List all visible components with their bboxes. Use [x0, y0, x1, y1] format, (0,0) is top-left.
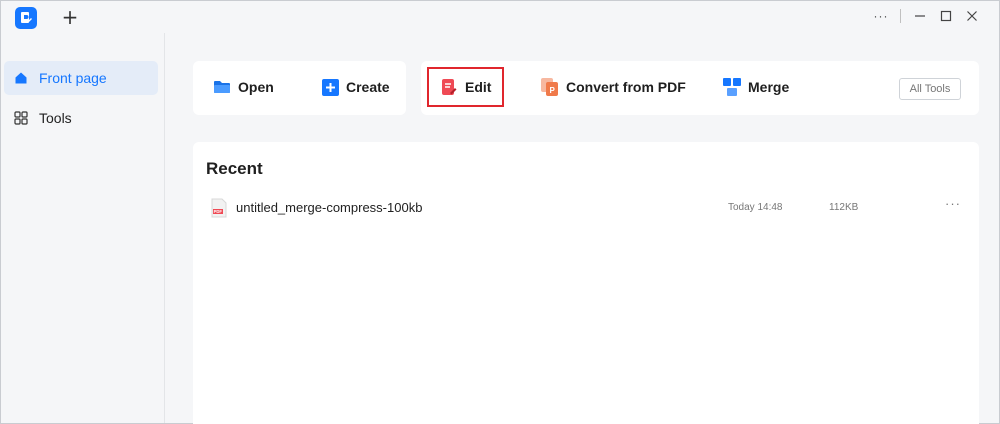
open-label: Open	[238, 79, 274, 95]
edit-label: Edit	[465, 79, 492, 95]
file-name: untitled_merge-compress-100kb	[236, 200, 423, 215]
minimize-icon	[915, 15, 925, 17]
maximize-button[interactable]	[933, 5, 959, 27]
minimize-button[interactable]	[907, 5, 933, 27]
tools-card	[421, 61, 979, 115]
grid-icon	[12, 109, 30, 127]
window-controls: ···	[868, 5, 985, 27]
title-bar: + ···	[1, 1, 999, 33]
recent-panel: Recent PDF untitled_merge-compress-100kb…	[193, 142, 979, 424]
merge-button[interactable]: Merge	[723, 67, 789, 107]
all-tools-button[interactable]: All Tools	[899, 78, 961, 100]
recent-file-row[interactable]: PDF untitled_merge-compress-100kb Today …	[193, 194, 979, 224]
more-icon: ···	[873, 9, 889, 23]
divider	[900, 9, 901, 23]
home-icon	[12, 69, 30, 87]
edit-button[interactable]: Edit	[427, 67, 505, 107]
file-more-icon[interactable]: ···	[945, 196, 961, 211]
merge-label: Merge	[748, 79, 790, 95]
sidebar-item-tools[interactable]: Tools	[4, 101, 158, 135]
convert-icon: P	[541, 78, 559, 96]
plus-icon	[321, 78, 339, 96]
merge-icon	[723, 78, 741, 96]
pdf-file-icon: PDF	[211, 198, 227, 218]
folder-icon	[213, 78, 231, 96]
close-button[interactable]	[959, 5, 985, 27]
sidebar-item-front-page[interactable]: Front page	[4, 61, 158, 95]
sidebar-item-label: Tools	[39, 110, 72, 126]
open-button[interactable]: Open	[213, 67, 274, 107]
recent-title: Recent	[206, 159, 263, 178]
more-options-button[interactable]: ···	[868, 5, 894, 27]
file-modified-time: Today 14:48	[728, 202, 783, 213]
create-button[interactable]: Create	[321, 67, 390, 107]
close-icon	[967, 11, 977, 21]
convert-from-pdf-button[interactable]: P Convert from PDF	[541, 67, 686, 107]
svg-text:PDF: PDF	[214, 209, 223, 214]
svg-text:P: P	[550, 86, 556, 95]
edit-icon	[440, 78, 458, 96]
sidebar: Front page Tools	[1, 33, 165, 423]
file-size: 112KB	[829, 202, 859, 213]
sidebar-item-label: Front page	[39, 70, 107, 86]
convert-label: Convert from PDF	[566, 79, 686, 95]
new-tab-button[interactable]: +	[59, 5, 81, 29]
maximize-icon	[940, 10, 952, 22]
create-label: Create	[346, 79, 390, 95]
app-logo-icon[interactable]	[15, 7, 37, 29]
